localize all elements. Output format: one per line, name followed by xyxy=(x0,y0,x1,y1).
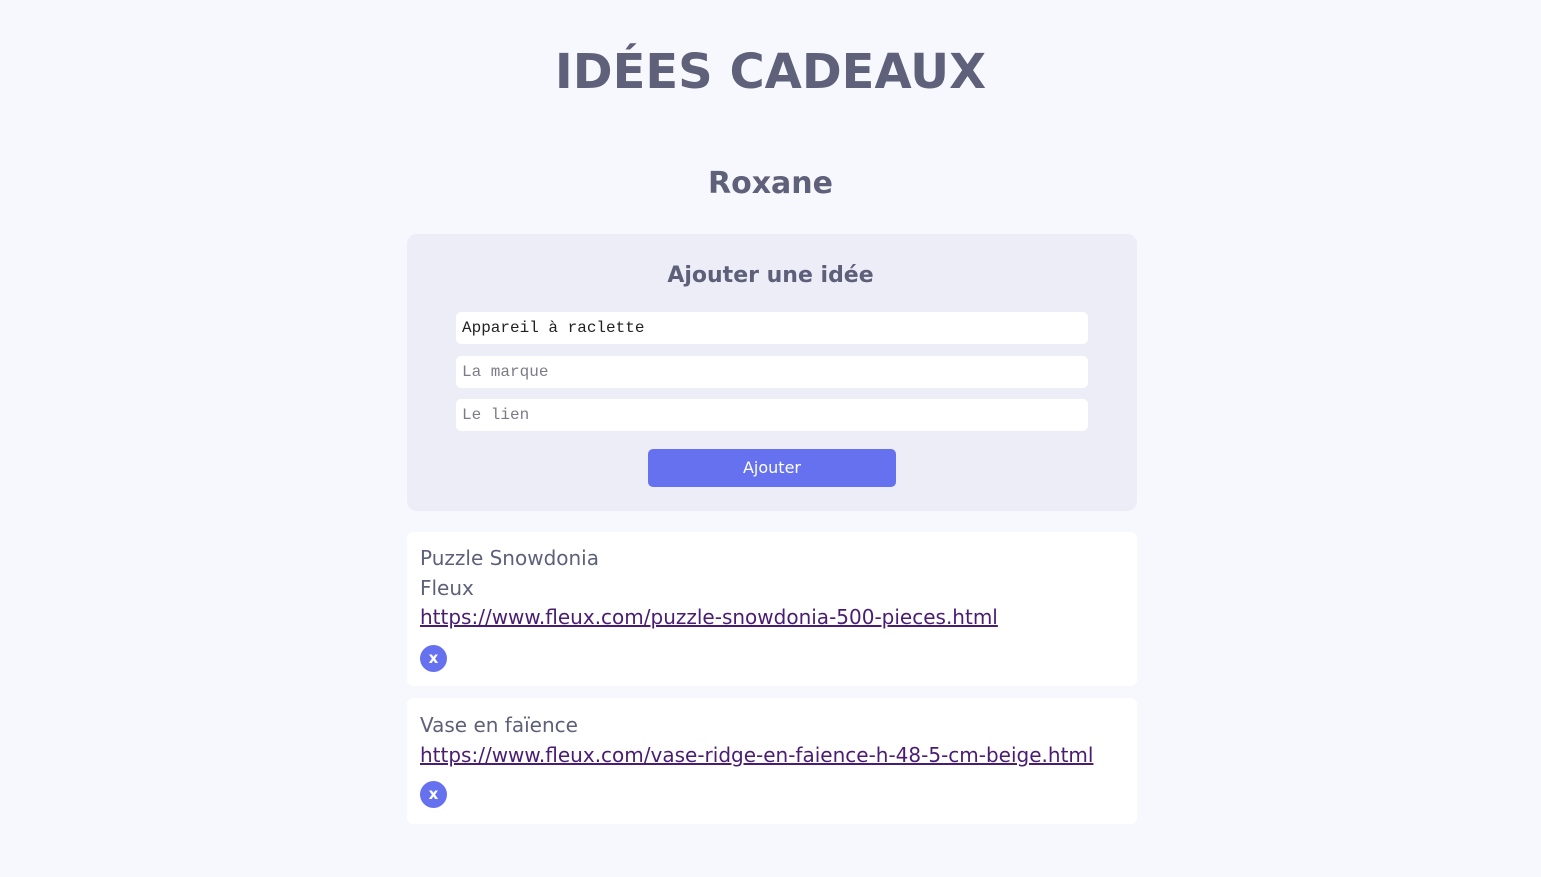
idea-link-input[interactable] xyxy=(456,399,1088,431)
idea-name: Vase en faïence xyxy=(420,713,578,737)
add-idea-button[interactable]: Ajouter xyxy=(648,449,896,487)
idea-card: Vase en faïence https://www.fleux.com/va… xyxy=(407,698,1137,824)
person-name: Roxane xyxy=(707,166,833,201)
idea-card: Puzzle Snowdonia Fleux https://www.fleux… xyxy=(407,532,1137,686)
idea-link[interactable]: https://www.fleux.com/puzzle-snowdonia-5… xyxy=(420,602,998,632)
idea-name-input[interactable] xyxy=(456,312,1088,344)
idea-link[interactable]: https://www.fleux.com/vase-ridge-en-faie… xyxy=(420,740,1093,770)
idea-name: Puzzle Snowdonia xyxy=(420,546,599,570)
delete-idea-button[interactable]: x xyxy=(420,781,447,808)
delete-idea-button[interactable]: x xyxy=(420,645,447,672)
idea-brand: Fleux xyxy=(420,576,474,600)
page-title: IDÉES CADEAUX xyxy=(554,44,987,100)
add-idea-title: Ajouter une idée xyxy=(667,263,874,288)
idea-brand-input[interactable] xyxy=(456,356,1088,388)
